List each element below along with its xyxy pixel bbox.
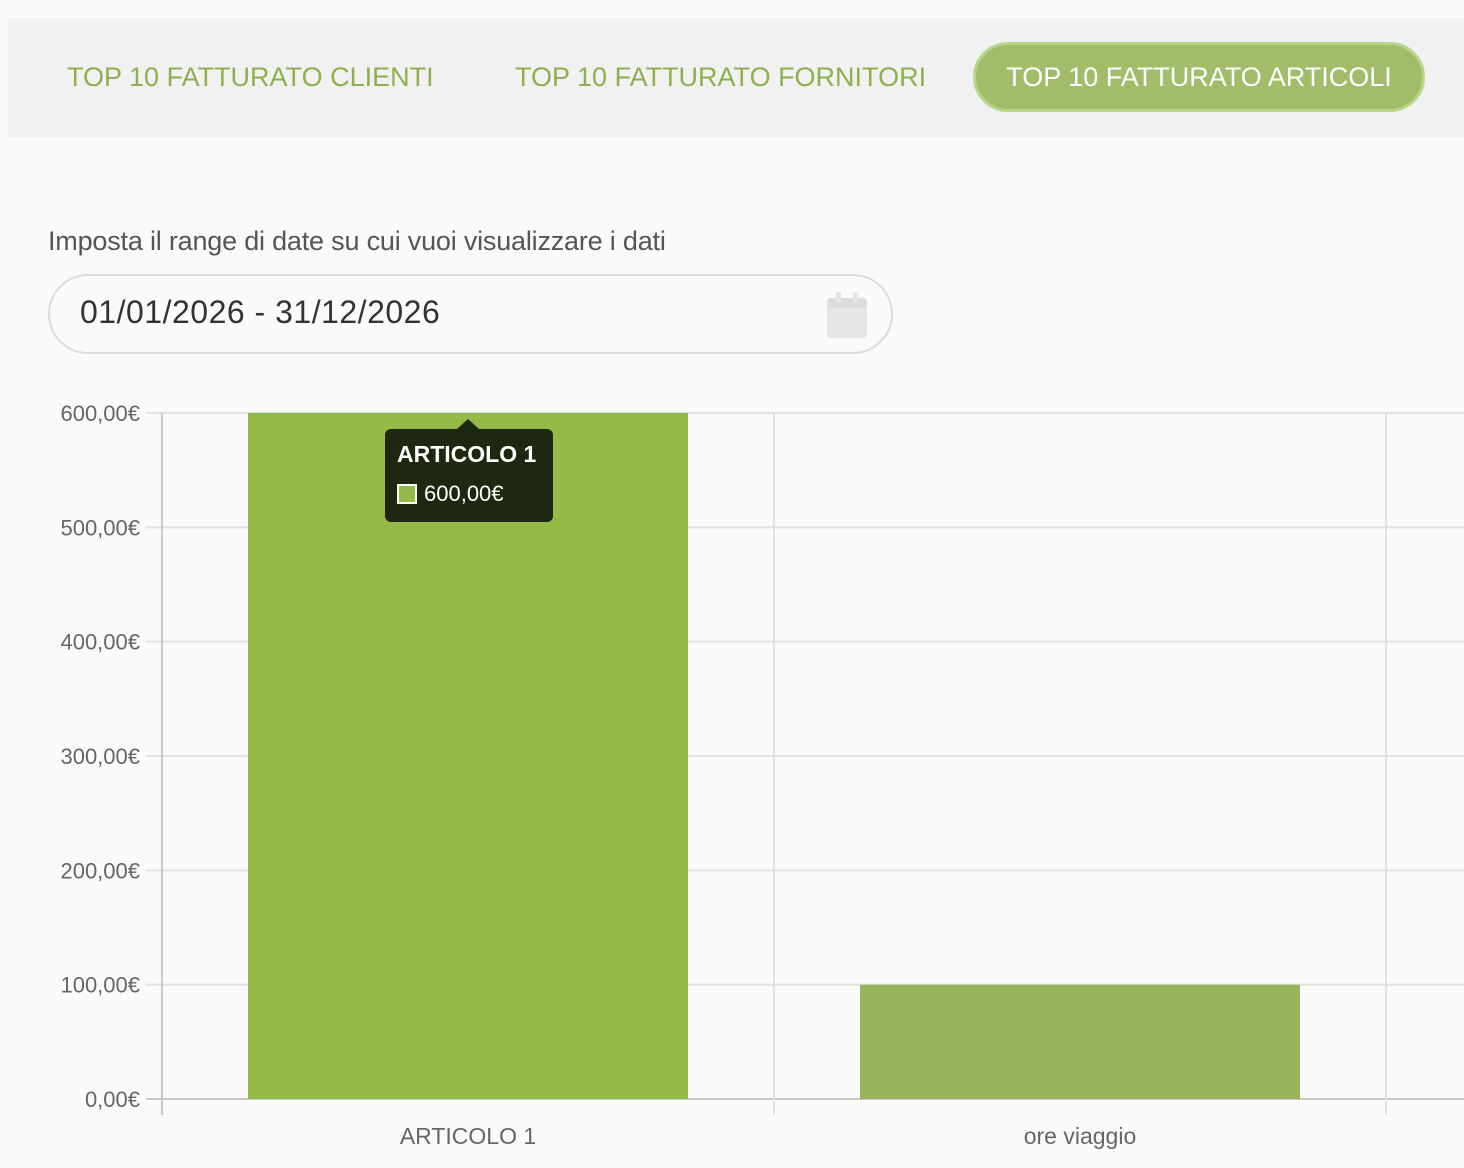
y-tick-label: 200,00€ — [60, 858, 140, 883]
bar-1 — [860, 984, 1300, 1099]
bar-chart: 0,00€ 100,00€ 200,00€ 300,00€ 400,00€ 500,00€… — [60, 401, 1464, 1149]
tab-top10-clienti[interactable]: TOP 10 FATTURATO CLIENTI — [67, 42, 434, 112]
calendar-icon[interactable] — [825, 290, 869, 340]
tab-top10-fornitori[interactable]: TOP 10 FATTURATO FORNITORI — [515, 42, 926, 112]
y-tick-label: 100,00€ — [60, 973, 140, 998]
tab-bar: TOP 10 FATTURATO CLIENTI TOP 10 FATTURAT… — [8, 18, 1464, 137]
y-tick-label: 600,00€ — [60, 401, 140, 426]
date-range-input[interactable]: 01/01/2026 - 31/12/2026 — [48, 274, 893, 354]
y-tick-label: 500,00€ — [60, 515, 140, 540]
y-tick-label: 0,00€ — [85, 1087, 140, 1112]
date-range-value: 01/01/2026 - 31/12/2026 — [80, 294, 441, 330]
tooltip-swatch — [397, 484, 417, 504]
chart-tooltip: ARTICOLO 1 600,00€ — [385, 419, 553, 522]
tab-top10-articoli[interactable]: TOP 10 FATTURATO ARTICOLI — [973, 42, 1425, 112]
tooltip-value: 600,00€ — [424, 481, 504, 506]
x-tick-label: ore viaggio — [1024, 1123, 1137, 1149]
y-tick-label: 300,00€ — [60, 744, 140, 769]
x-tick-label: ARTICOLO 1 — [400, 1123, 536, 1149]
date-range-label: Imposta il range di date su cui vuoi vis… — [48, 226, 666, 256]
tooltip-title: ARTICOLO 1 — [397, 441, 537, 467]
y-tick-label: 400,00€ — [60, 630, 140, 655]
